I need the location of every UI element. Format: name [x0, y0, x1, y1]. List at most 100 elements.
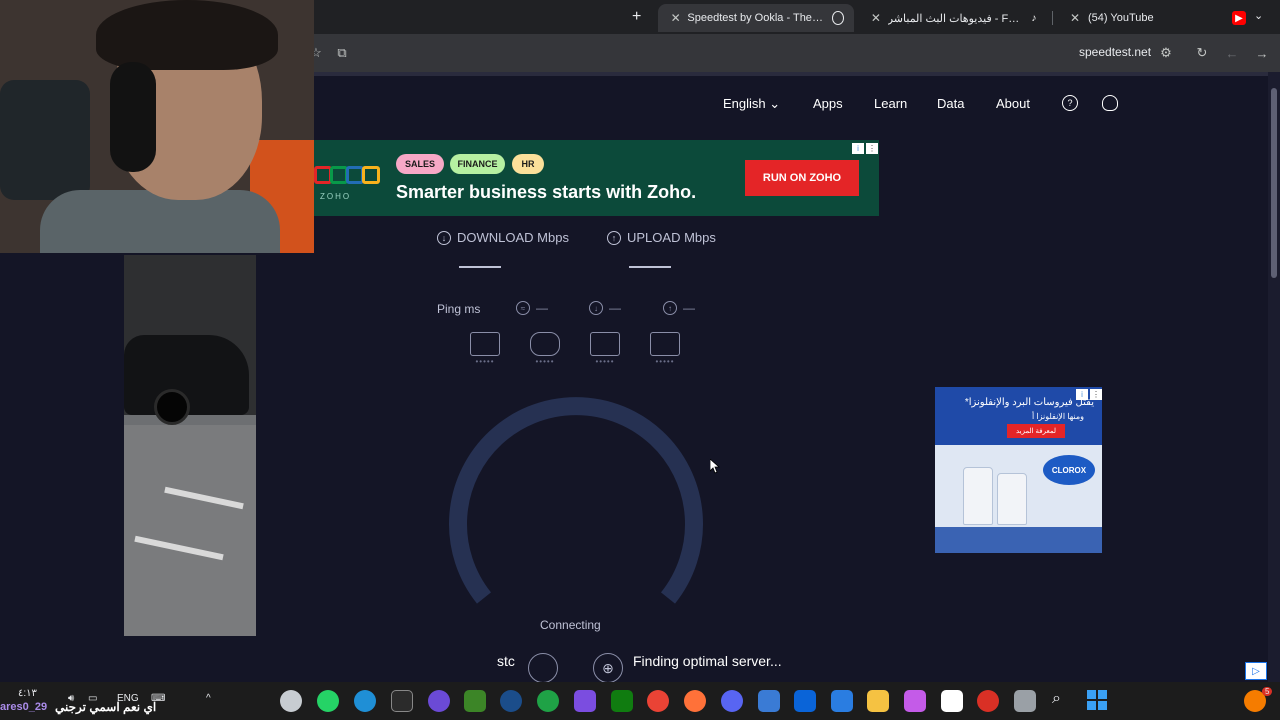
- forward-icon[interactable]: ←: [1223, 44, 1241, 62]
- chat-username: ares0_29: [0, 701, 48, 713]
- tab-fortnite[interactable]: ✕ فيديوهات البث المباشر - Fortnite ♪: [858, 4, 1050, 32]
- zoho-wordmark: ZOHO: [320, 192, 352, 201]
- server-status: Finding optimal server...: [633, 653, 782, 669]
- zoho-ad-banner[interactable]: ZOHO SALES FINANCE HR Smarter business s…: [314, 140, 879, 216]
- mouse-cursor: [710, 459, 720, 474]
- nav-about[interactable]: About: [996, 96, 1030, 111]
- upload-label: UPLOAD Mbps: [627, 230, 716, 245]
- clorox-headline: يقتل فيروسات البرد والإنفلونزا*: [964, 397, 1094, 408]
- tab-speedtest[interactable]: ✕ Speedtest by Ookla - The Global: [658, 4, 854, 32]
- headphones: [110, 62, 156, 172]
- discord-icon[interactable]: [721, 690, 743, 712]
- connecting-status: Connecting: [540, 618, 601, 632]
- scrollbar-thumb[interactable]: [1271, 88, 1277, 278]
- edge-icon[interactable]: [354, 690, 376, 712]
- back-icon[interactable]: →: [1253, 44, 1271, 62]
- whatsapp-icon[interactable]: [317, 690, 339, 712]
- firefox-icon[interactable]: [684, 690, 706, 712]
- side-video-panel: [124, 255, 256, 636]
- upload-arrow-icon: ↑: [607, 230, 621, 245]
- xbox-icon[interactable]: [611, 690, 633, 712]
- upload-arrow-icon: ↑: [663, 301, 677, 315]
- minecraft-icon[interactable]: [464, 690, 486, 712]
- translate-icon[interactable]: ⧉: [333, 44, 351, 62]
- user-icon: [528, 653, 558, 683]
- adchoices-icon[interactable]: ▷: [1245, 662, 1267, 680]
- tab-youtube[interactable]: ✕ (54) YouTube ▶: [1056, 4, 1256, 32]
- speedtest-favicon-icon: [831, 11, 844, 25]
- volume-icon[interactable]: 🔊︎: [68, 693, 74, 704]
- utorrent-icon[interactable]: [537, 690, 559, 712]
- nav-apps[interactable]: Apps: [813, 96, 843, 111]
- run-on-zoho-button[interactable]: RUN ON ZOHO: [745, 160, 859, 196]
- task-view-icon[interactable]: [1014, 690, 1036, 712]
- clorox-ad[interactable]: يقتل فيروسات البرد والإنفلونزا* ومنها ال…: [935, 387, 1102, 553]
- clock: ٤:١٣: [18, 688, 37, 699]
- ping-idle-value: —: [536, 301, 548, 315]
- copilot-icon[interactable]: [904, 690, 926, 712]
- close-tab-icon[interactable]: ✕: [668, 11, 683, 25]
- language-select[interactable]: English ⌄: [723, 96, 780, 112]
- download-label: DOWNLOAD Mbps: [457, 230, 569, 245]
- ad-close-icon[interactable]: ⋮: [866, 143, 878, 154]
- gaming-chair: [0, 80, 90, 200]
- clorox-logo: CLOROX: [1043, 455, 1095, 485]
- tag-hr: HR: [512, 154, 544, 174]
- chrome-canary-icon[interactable]: [280, 690, 302, 712]
- close-tab-icon[interactable]: ✕: [868, 11, 884, 25]
- zoho-logo: [314, 162, 380, 192]
- ad-info-icon[interactable]: i: [852, 143, 864, 154]
- keyboard-icon[interactable]: ⌨: [151, 693, 165, 704]
- media-icon[interactable]: [758, 690, 780, 712]
- upload-metric: ↑ UPLOAD Mbps: [607, 230, 716, 245]
- chevron-down-icon: ⌄: [769, 96, 781, 111]
- nav-data[interactable]: Data: [937, 96, 964, 111]
- url-text[interactable]: speedtest.net: [1079, 45, 1151, 59]
- tag-sales: SALES: [396, 154, 444, 174]
- outlook-icon[interactable]: [794, 690, 816, 712]
- vertical-scrollbar[interactable]: [1268, 72, 1280, 690]
- bleach-bottle: [997, 473, 1027, 525]
- nav-learn[interactable]: Learn: [874, 96, 907, 111]
- help-icon[interactable]: ?: [1062, 95, 1078, 111]
- speed-gauge: [449, 397, 703, 604]
- ad-headline: Smarter business starts with Zoho.: [396, 182, 697, 202]
- page-top-edge: [314, 72, 1280, 76]
- search-icon[interactable]: ⌕: [1052, 690, 1061, 708]
- ad-info-icon[interactable]: i: [1076, 389, 1088, 400]
- ad-close-icon[interactable]: ⋮: [1090, 389, 1102, 400]
- tab-label: (54) YouTube: [1088, 12, 1154, 24]
- download-value-placeholder: [459, 266, 501, 268]
- store-icon[interactable]: [831, 690, 853, 712]
- clorox-subline: ومنها الإنفلونزا أ: [1031, 412, 1084, 421]
- network-icon[interactable]: ▭: [88, 693, 97, 704]
- app-icon[interactable]: [977, 690, 999, 712]
- globe-icon: ⊕: [593, 653, 623, 683]
- obs-icon[interactable]: [428, 690, 450, 712]
- app-icon[interactable]: [574, 690, 596, 712]
- windows-start-icon[interactable]: [1087, 690, 1107, 710]
- steam-icon[interactable]: [500, 690, 522, 712]
- new-tab-icon[interactable]: +: [632, 8, 641, 26]
- streamer-hair: [96, 0, 278, 70]
- file-explorer-icon[interactable]: [867, 690, 889, 712]
- web-browsing-icon: •••••: [469, 332, 501, 366]
- download-arrow-icon: ↓: [437, 230, 451, 245]
- close-tab-icon[interactable]: ✕: [1066, 11, 1084, 25]
- terminal-icon[interactable]: [391, 690, 413, 712]
- upload-value-placeholder: [629, 266, 671, 268]
- reload-icon[interactable]: ↻: [1193, 44, 1211, 62]
- chrome-icon[interactable]: [647, 690, 669, 712]
- capcut-icon[interactable]: [941, 690, 963, 712]
- download-arrow-icon: ↓: [589, 301, 603, 315]
- youtube-icon: ▶: [1232, 11, 1246, 25]
- site-settings-icon[interactable]: ⚙: [1157, 44, 1175, 62]
- ping-upload-value: —: [683, 301, 695, 315]
- account-icon[interactable]: [1102, 95, 1118, 111]
- chevron-up-icon[interactable]: ^: [206, 693, 211, 704]
- clorox-learn-more-button[interactable]: لمعرفة المزيد: [1007, 424, 1065, 438]
- tiktok-icon: ♪: [1031, 12, 1037, 24]
- tab-separator: [1052, 11, 1053, 25]
- language-indicator[interactable]: ENG: [117, 693, 139, 704]
- tag-finance: FINANCE: [450, 154, 505, 174]
